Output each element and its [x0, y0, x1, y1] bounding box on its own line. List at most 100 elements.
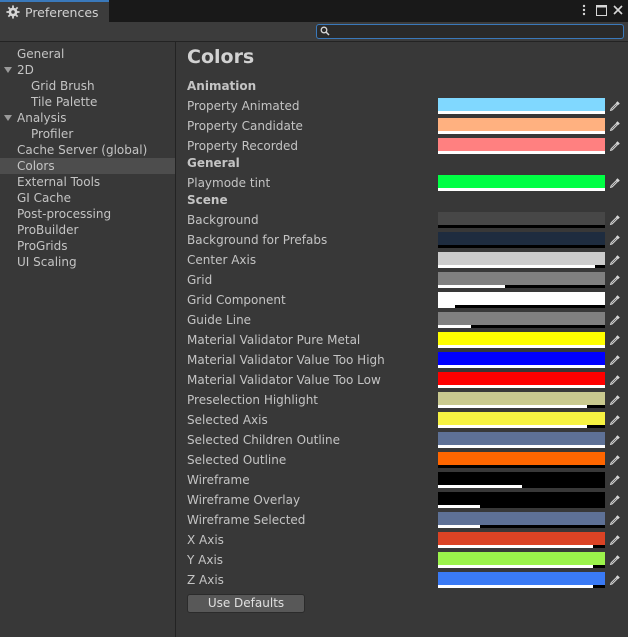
- eyedropper-icon[interactable]: [606, 312, 624, 328]
- color-label: Property Candidate: [187, 119, 303, 133]
- eyedropper-icon[interactable]: [606, 412, 624, 428]
- sidebar-item-analysis[interactable]: Analysis: [0, 110, 175, 126]
- search-icon: [320, 26, 330, 36]
- color-fill: [438, 492, 605, 505]
- color-swatch[interactable]: [438, 552, 605, 568]
- eyedropper-icon[interactable]: [606, 572, 624, 588]
- section-header-general: General: [187, 156, 240, 170]
- color-swatch[interactable]: [438, 472, 605, 488]
- eyedropper-icon[interactable]: [606, 352, 624, 368]
- alpha-bar: [438, 565, 594, 568]
- eyedropper-icon[interactable]: [606, 452, 624, 468]
- window-title: Preferences: [25, 4, 99, 20]
- sidebar-item-ui-scaling[interactable]: UI Scaling: [0, 254, 175, 270]
- eyedropper-icon[interactable]: [606, 552, 624, 568]
- eyedropper-icon[interactable]: [606, 232, 624, 248]
- alpha-bar: [438, 545, 594, 548]
- eyedropper-icon[interactable]: [606, 512, 624, 528]
- kebab-menu-icon[interactable]: [578, 3, 590, 17]
- color-label: Playmode tint: [187, 176, 271, 190]
- eyedropper-icon[interactable]: [606, 472, 624, 488]
- eyedropper-icon[interactable]: [606, 212, 624, 228]
- sidebar-item-colors[interactable]: Colors: [0, 158, 175, 174]
- color-swatch[interactable]: [438, 532, 605, 548]
- color-swatch[interactable]: [438, 272, 605, 288]
- color-swatch[interactable]: [438, 312, 605, 328]
- sidebar-item-cache-server-global[interactable]: Cache Server (global): [0, 142, 175, 158]
- expand-triangle-icon[interactable]: [4, 115, 12, 121]
- color-fill: [438, 472, 605, 485]
- color-fill: [438, 292, 605, 305]
- alpha-bar: [438, 445, 605, 448]
- eyedropper-icon[interactable]: [606, 98, 624, 114]
- color-fill: [438, 552, 605, 565]
- toolbar: [0, 22, 628, 42]
- color-fill: [438, 532, 605, 545]
- color-swatch[interactable]: [438, 432, 605, 448]
- color-swatch[interactable]: [438, 292, 605, 308]
- alpha-track: [438, 465, 605, 468]
- sidebar-item-general[interactable]: General: [0, 46, 175, 62]
- color-swatch[interactable]: [438, 452, 605, 468]
- color-label: Selected Children Outline: [187, 433, 340, 447]
- expand-triangle-icon[interactable]: [4, 67, 12, 73]
- color-fill: [438, 252, 605, 265]
- color-swatch[interactable]: [438, 392, 605, 408]
- eyedropper-icon[interactable]: [606, 138, 624, 154]
- color-fill: [438, 452, 605, 465]
- close-icon[interactable]: [612, 3, 624, 17]
- eyedropper-icon[interactable]: [606, 532, 624, 548]
- use-defaults-button[interactable]: Use Defaults: [187, 594, 305, 613]
- sidebar-item-tile-palette[interactable]: Tile Palette: [0, 94, 175, 110]
- color-swatch[interactable]: [438, 332, 605, 348]
- color-swatch[interactable]: [438, 572, 605, 588]
- color-label: Material Validator Value Too Low: [187, 373, 381, 387]
- color-swatch[interactable]: [438, 175, 605, 191]
- eyedropper-icon[interactable]: [606, 332, 624, 348]
- eyedropper-icon[interactable]: [606, 272, 624, 288]
- color-swatch[interactable]: [438, 492, 605, 508]
- eyedropper-icon[interactable]: [606, 392, 624, 408]
- alpha-bar: [438, 305, 455, 308]
- color-swatch[interactable]: [438, 118, 605, 134]
- preferences-tab[interactable]: Preferences: [0, 0, 109, 22]
- sidebar-item-grid-brush[interactable]: Grid Brush: [0, 78, 175, 94]
- color-swatch[interactable]: [438, 352, 605, 368]
- color-swatch[interactable]: [438, 212, 605, 228]
- title-bar: Preferences: [0, 0, 628, 22]
- color-label: Background: [187, 213, 259, 227]
- sidebar-item-progrids[interactable]: ProGrids: [0, 238, 175, 254]
- eyedropper-icon[interactable]: [606, 492, 624, 508]
- alpha-track: [438, 225, 605, 228]
- color-fill: [438, 352, 605, 365]
- sidebar-item-2d[interactable]: 2D: [0, 62, 175, 78]
- color-label: Guide Line: [187, 313, 252, 327]
- eyedropper-icon[interactable]: [606, 372, 624, 388]
- search-input[interactable]: [316, 24, 624, 39]
- sidebar-item-external-tools[interactable]: External Tools: [0, 174, 175, 190]
- color-swatch[interactable]: [438, 412, 605, 428]
- color-swatch[interactable]: [438, 252, 605, 268]
- sidebar-item-profiler[interactable]: Profiler: [0, 126, 175, 142]
- eyedropper-icon[interactable]: [606, 175, 624, 191]
- eyedropper-icon[interactable]: [606, 292, 624, 308]
- sidebar-item-gi-cache[interactable]: GI Cache: [0, 190, 175, 206]
- sidebar-item-label: Tile Palette: [31, 95, 98, 109]
- eyedropper-icon[interactable]: [606, 118, 624, 134]
- alpha-bar: [438, 525, 480, 528]
- sidebar-item-label: ProGrids: [17, 239, 68, 253]
- color-fill: [438, 98, 605, 111]
- color-swatch[interactable]: [438, 512, 605, 528]
- color-fill: [438, 212, 605, 225]
- color-swatch[interactable]: [438, 138, 605, 154]
- sidebar-item-label: GI Cache: [17, 191, 71, 205]
- alpha-bar: [438, 485, 522, 488]
- sidebar-item-probuilder[interactable]: ProBuilder: [0, 222, 175, 238]
- eyedropper-icon[interactable]: [606, 432, 624, 448]
- eyedropper-icon[interactable]: [606, 252, 624, 268]
- sidebar-item-post-processing[interactable]: Post-processing: [0, 206, 175, 222]
- color-swatch[interactable]: [438, 372, 605, 388]
- color-swatch[interactable]: [438, 98, 605, 114]
- color-swatch[interactable]: [438, 232, 605, 248]
- maximize-icon[interactable]: [595, 3, 607, 17]
